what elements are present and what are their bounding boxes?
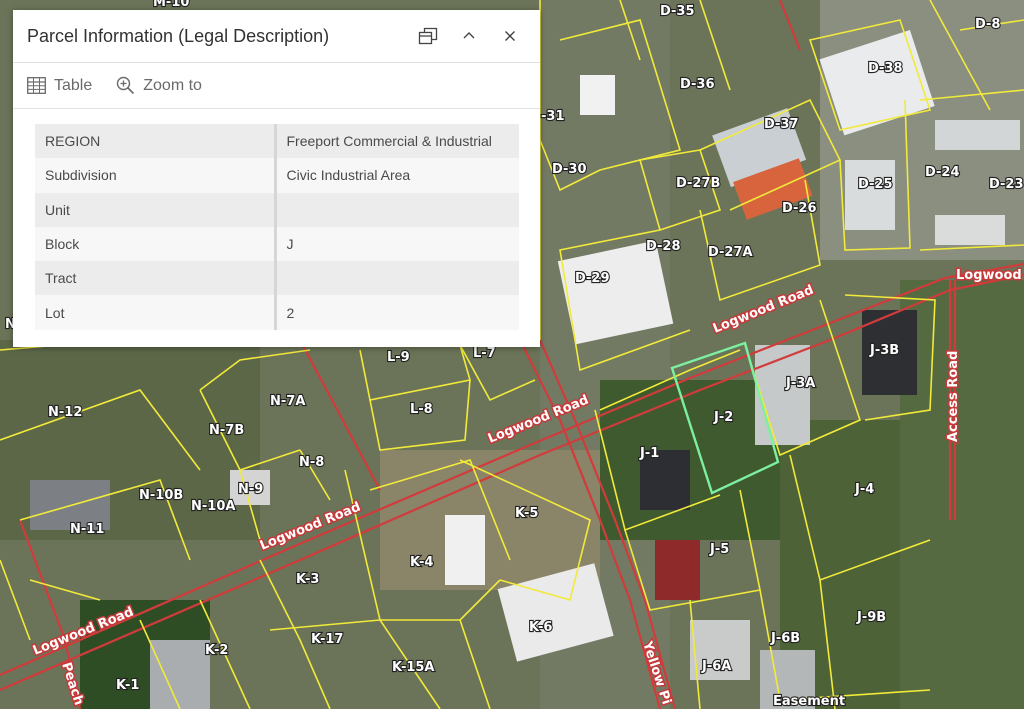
parcel-label: K-2 [205,643,228,658]
table-row: Subdivision Civic Industrial Area [35,158,519,193]
parcel-label: D-23 [989,177,1024,192]
parcel-label: K-5 [515,506,538,521]
popup-actions: Table Zoom to [13,63,540,109]
parcel-label: K-1 [116,678,139,693]
attribute-value: 2 [275,295,519,330]
table-action-label: Table [54,76,93,94]
attribute-table: REGION Freeport Commercial & Industrial … [35,124,519,330]
parcel-label: J-5 [709,542,729,557]
parcel-label: D-28 [646,239,681,254]
parcel-label: N-10B [139,488,183,503]
parcel-label: L-7 [473,346,496,361]
parcel-label: N-9 [238,482,263,497]
parcel-label: K-17 [311,632,343,647]
table-row: Unit [35,192,519,227]
attribute-key: Unit [35,192,277,227]
parcel-label: D-30 [552,162,587,177]
zoom-to-action[interactable]: Zoom to [116,76,202,95]
table-action[interactable]: Table [27,77,92,95]
zoom-in-icon [117,76,135,95]
parcel-label: N-12 [48,405,82,420]
parcel-label: D-37 [764,117,799,132]
table-icon [27,77,46,94]
close-icon [505,31,515,41]
parcel-label: N-8 [299,455,324,470]
popup-header: Parcel Information (Legal Description) [13,10,540,63]
table-row: REGION Freeport Commercial & Industrial [35,124,519,159]
attribute-key: Subdivision [35,158,277,193]
popup-title: Parcel Information (Legal Description) [27,25,330,46]
attribute-value [275,261,519,296]
parcel-label: D-29 [575,271,610,286]
parcel-label: D-27A [708,245,753,260]
parcel-label: D-38 [868,61,903,76]
parcel-label: J-2 [713,410,733,425]
parcel-label: D-24 [925,165,960,180]
parcel-label: K-4 [410,555,433,570]
attribute-key: Block [35,226,277,262]
parcel-label: N-7A [270,394,305,409]
attribute-value: Freeport Commercial & Industrial [275,124,519,159]
dock-icon [418,27,438,45]
attribute-key: Tract [35,261,277,296]
zoom-to-action-label: Zoom to [143,76,202,94]
road-label: Access Road [946,351,961,442]
parcel-label: D-35 [660,4,695,19]
table-row: Block J [35,226,519,262]
parcel-info-popup: Parcel Information (Legal Description) T… [13,10,540,347]
parcel-label: D-25 [858,177,893,192]
parcel-label: D-27B [676,176,720,191]
parcel-label: D-36 [680,77,715,92]
parcel-label: J-6A [701,659,731,674]
dock-button[interactable] [412,20,444,52]
parcel-label: L-9 [387,350,410,365]
parcel-label: N-7B [209,423,244,438]
attribute-value [275,192,519,227]
table-row: Tract [35,261,519,296]
chevron-up-icon [463,32,475,39]
parcel-label: D-26 [782,201,817,216]
parcel-label: K-15A [392,660,435,675]
road-label: Logwood [956,268,1022,283]
parcel-label: Easement [773,694,845,709]
parcel-label: J-3A [785,376,815,391]
parcel-label: N-10A [191,499,235,514]
parcel-label: M-10 [153,0,189,10]
parcel-label: K-6 [529,620,552,635]
parcel-label: L-8 [410,402,433,417]
parcel-label: K-3 [296,572,319,587]
attribute-key: Lot [35,295,277,330]
close-button[interactable] [494,20,526,52]
parcel-label: J-9B [856,610,886,625]
attribute-value: Civic Industrial Area [275,158,519,193]
parcel-label: J-3B [869,343,899,358]
parcel-label: N-11 [70,522,104,537]
parcel-label: J-4 [854,482,874,497]
parcel-label: D-8 [975,17,1000,32]
attribute-key: REGION [35,124,277,159]
parcel-label: J-6B [770,631,800,646]
table-row: Lot 2 [35,295,519,330]
parcel-label: -31 [541,109,565,124]
collapse-button[interactable] [453,20,485,52]
attribute-value: J [275,226,519,262]
parcel-label: J-1 [639,446,659,461]
